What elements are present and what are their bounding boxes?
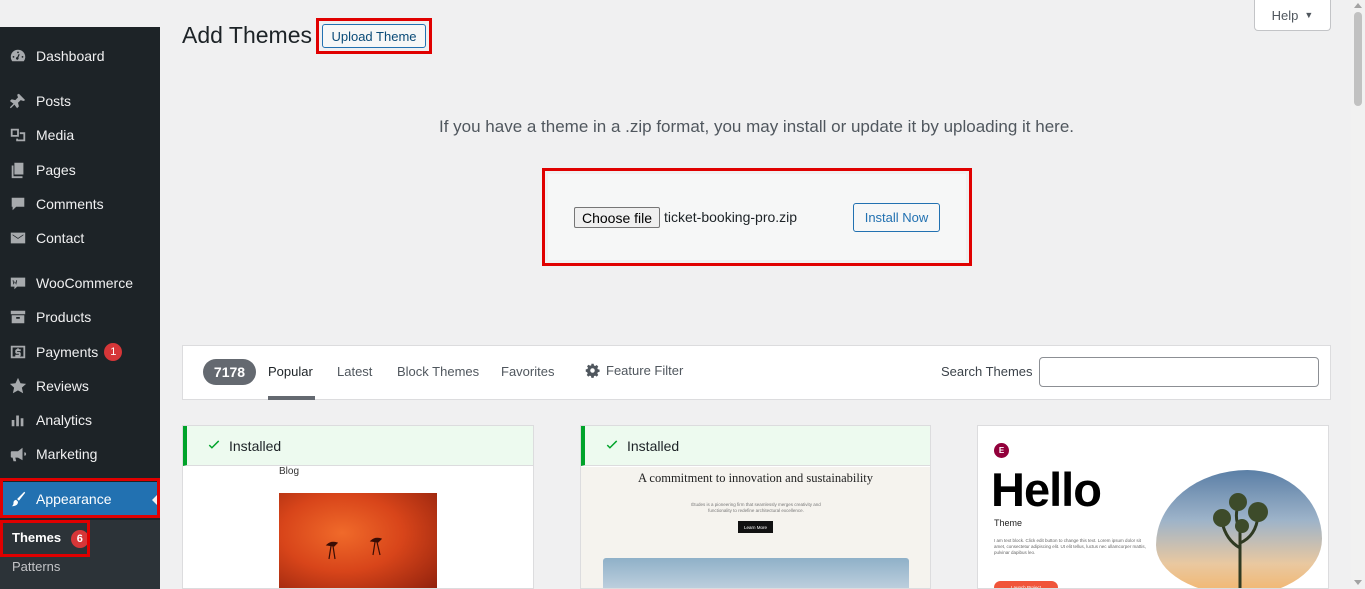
- theme-preview-button: Learn More: [738, 521, 773, 533]
- sidebar-item-label: Pages: [36, 162, 76, 178]
- dashboard-icon: [0, 47, 36, 65]
- cactus-image: [1213, 493, 1268, 588]
- star-icon: [0, 377, 36, 395]
- theme-preview-text: Études is a pioneering firm that seamles…: [691, 502, 821, 513]
- theme-card[interactable]: E Hello Theme I am text block. Click edi…: [977, 425, 1329, 589]
- gear-icon: [585, 363, 600, 378]
- submenu-item-label: Patterns: [12, 559, 61, 574]
- active-menu-arrow: [152, 494, 158, 506]
- selected-file-name: ticket-booking-pro.zip: [664, 209, 798, 225]
- media-icon: [0, 126, 36, 144]
- sidebar-item-media[interactable]: Media: [0, 118, 160, 152]
- submenu-item-patterns[interactable]: Patterns: [12, 559, 60, 574]
- tab-block-themes[interactable]: Block Themes: [397, 364, 479, 379]
- installed-notice: Installed: [581, 426, 930, 466]
- choose-file-button[interactable]: Choose file: [574, 207, 660, 228]
- theme-preview-image: [603, 558, 909, 588]
- theme-card[interactable]: Installed A commitment to innovation and…: [580, 425, 931, 589]
- upload-description: If you have a theme in a .zip format, yo…: [438, 117, 1075, 136]
- active-tab-indicator: [268, 396, 315, 400]
- pin-icon: [0, 92, 36, 110]
- scroll-up-arrow-icon[interactable]: [1354, 3, 1362, 8]
- checkmark-icon: [208, 439, 220, 449]
- scroll-down-arrow-icon[interactable]: [1354, 580, 1362, 585]
- theme-preview-heading: A commitment to innovation and sustainab…: [637, 471, 874, 485]
- sidebar-item-label: Payments: [36, 344, 99, 360]
- theme-filter-bar: 7178 Popular Latest Block Themes Favorit…: [182, 345, 1331, 400]
- sidebar-item-analytics[interactable]: Analytics: [0, 403, 160, 437]
- tab-latest[interactable]: Latest: [337, 364, 372, 379]
- sidebar-item-label: WooCommerce: [36, 275, 133, 291]
- tab-favorites[interactable]: Favorites: [501, 364, 554, 379]
- theme-preview-subtitle: Theme: [994, 518, 1023, 528]
- woo-icon: [0, 274, 36, 292]
- megaphone-icon: [0, 445, 36, 463]
- chart-icon: [0, 411, 36, 429]
- theme-card[interactable]: Installed Blog: [182, 425, 534, 589]
- pages-icon: [0, 161, 36, 179]
- admin-sidebar: Dashboard Posts Media Pages Comments Con…: [0, 27, 160, 589]
- tab-popular[interactable]: Popular: [268, 364, 313, 379]
- theme-preview-image: [1156, 470, 1322, 588]
- install-now-button[interactable]: Install Now: [853, 203, 940, 232]
- sidebar-item-dashboard[interactable]: Dashboard: [0, 39, 160, 73]
- submenu-item-label: Themes: [12, 530, 62, 545]
- search-themes-label: Search Themes: [941, 364, 1033, 379]
- sidebar-item-appearance[interactable]: Appearance: [0, 482, 160, 516]
- envelope-icon: [0, 229, 36, 247]
- installed-label: Installed: [229, 437, 282, 454]
- theme-preview-text: I am text block. Click edit button to ch…: [994, 538, 1146, 555]
- birds-silhouette-image: [325, 537, 383, 560]
- sidebar-item-label: Contact: [36, 230, 85, 246]
- page-title: Add Themes: [182, 22, 312, 48]
- sidebar-item-pages[interactable]: Pages: [0, 153, 160, 187]
- archive-icon: [0, 308, 36, 326]
- themes-update-badge: 6: [70, 530, 89, 548]
- feature-filter-button[interactable]: Feature Filter: [585, 363, 683, 378]
- payments-count-badge: 1: [104, 343, 123, 361]
- sidebar-item-payments[interactable]: Payments 1: [0, 335, 160, 369]
- sidebar-item-label: Posts: [36, 93, 72, 109]
- theme-preview-title: Hello: [991, 463, 1102, 516]
- sidebar-item-label: Products: [36, 309, 92, 325]
- sidebar-item-reviews[interactable]: Reviews: [0, 369, 160, 403]
- elementor-logo-icon: E: [994, 443, 1009, 458]
- upload-form: Choose file ticket-booking-pro.zip Insta…: [548, 174, 966, 260]
- help-label: Help: [1271, 7, 1299, 23]
- checkmark-icon: [606, 439, 618, 449]
- sidebar-item-label: Comments: [36, 196, 104, 212]
- theme-count-badge: 7178: [203, 359, 256, 385]
- theme-preview-heading: Blog: [279, 466, 300, 477]
- page-scrollbar[interactable]: [1351, 0, 1365, 589]
- paintbrush-icon: [0, 490, 36, 508]
- search-themes-input[interactable]: [1039, 357, 1319, 387]
- theme-preview-image: [279, 493, 437, 588]
- sidebar-item-label: Reviews: [36, 378, 89, 394]
- sidebar-item-marketing[interactable]: Marketing: [0, 437, 160, 471]
- sidebar-item-contact[interactable]: Contact: [0, 221, 160, 255]
- sidebar-item-comments[interactable]: Comments: [0, 187, 160, 221]
- dollar-icon: [0, 343, 36, 361]
- sidebar-item-label: Appearance: [36, 491, 112, 507]
- installed-notice: Installed: [183, 426, 533, 466]
- comment-icon: [0, 195, 36, 213]
- appearance-submenu: Themes 6 Patterns: [0, 520, 160, 589]
- sidebar-item-posts[interactable]: Posts: [0, 84, 160, 118]
- submenu-item-themes[interactable]: Themes 6: [12, 530, 89, 548]
- upload-theme-button[interactable]: Upload Theme: [322, 24, 426, 48]
- sidebar-item-label: Analytics: [36, 412, 93, 428]
- sidebar-item-woocommerce[interactable]: WooCommerce: [0, 266, 160, 300]
- feature-filter-label: Feature Filter: [606, 363, 684, 378]
- installed-label: Installed: [627, 437, 680, 454]
- theme-preview-button: Launch Project: [994, 581, 1058, 588]
- sidebar-item-label: Media: [36, 127, 75, 143]
- caret-down-icon: ▼: [1304, 10, 1314, 20]
- scrollbar-thumb[interactable]: [1354, 12, 1362, 106]
- sidebar-item-label: Marketing: [36, 446, 98, 462]
- sidebar-item-label: Dashboard: [36, 48, 105, 64]
- sidebar-item-products[interactable]: Products: [0, 300, 160, 334]
- help-button[interactable]: Help ▼: [1254, 0, 1331, 31]
